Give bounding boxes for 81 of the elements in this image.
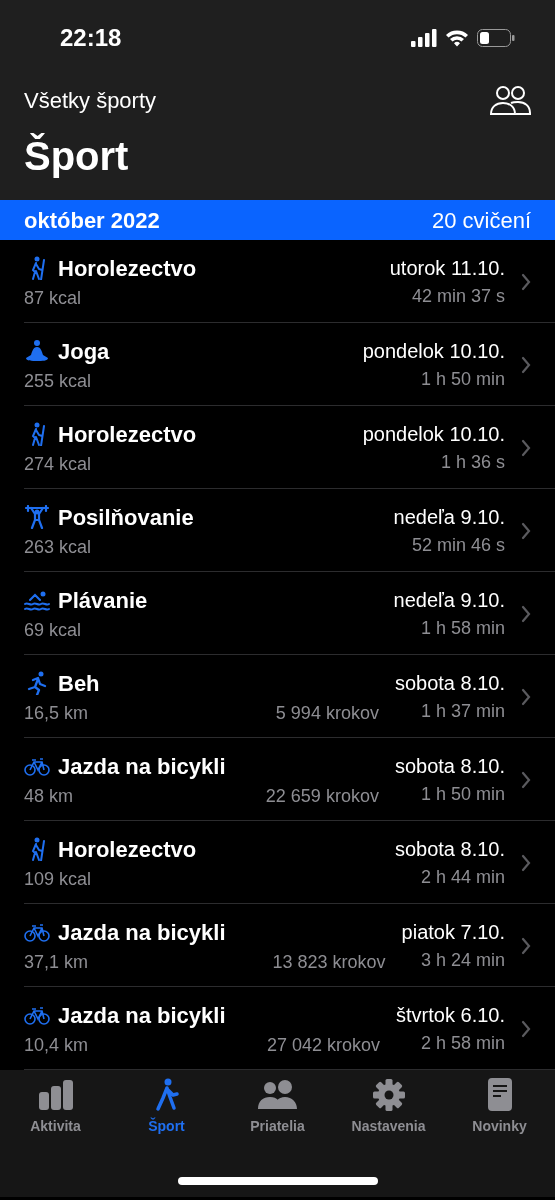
tab-label[interactable]: Aktivita <box>30 1116 81 1137</box>
chevron-icon <box>521 272 531 291</box>
workout-date: nedeľa 9.10. <box>393 505 505 530</box>
chevron-icon <box>521 521 531 540</box>
wifi-icon <box>445 28 469 47</box>
workout-date: pondelok 10.10. <box>362 339 505 364</box>
chevron-icon <box>521 853 531 872</box>
workout-name: Horolezectvo <box>58 420 197 449</box>
workout-row[interactable]: Beh 16,5 km 5 994 krokov sobota 8.10. 1 h 37 min <box>0 655 555 738</box>
workout-name: Horolezectvo <box>58 254 197 283</box>
workout-stat: 48 km <box>24 784 74 808</box>
workout-duration: 3 h 24 min <box>419 949 505 972</box>
workout-duration: 1 h 36 s <box>439 451 505 474</box>
workout-row[interactable]: Horolezectvo 274 kcal pondelok 10.10. 1 h 36 s <box>0 406 555 489</box>
step-count: 27 042 krokov <box>267 1033 381 1057</box>
back-link[interactable]: Všetky športy <box>24 83 157 117</box>
workout-duration: 1 h 58 min <box>419 617 505 640</box>
workout-name: Joga <box>58 337 110 366</box>
chevron-icon <box>521 770 531 789</box>
workout-date: nedeľa 9.10. <box>393 588 505 613</box>
workout-name: Jazda na bicykli <box>58 752 226 781</box>
people-icon <box>256 1078 299 1112</box>
tab-label[interactable]: Novinky <box>472 1116 527 1137</box>
workout-stat: 263 kcal <box>24 535 92 559</box>
workout-date: utorok 11.10. <box>389 256 505 281</box>
chevron-icon <box>521 1019 531 1038</box>
workout-duration: 2 h 44 min <box>419 866 505 889</box>
workout-row[interactable]: Horolezectvo 109 kcal sobota 8.10. 2 h 44 min <box>0 821 555 904</box>
workout-row[interactable]: Horolezectvo 87 kcal utorok 11.10. 42 min 37 s <box>0 240 555 323</box>
workout-duration: 1 h 50 min <box>419 368 505 391</box>
workout-name: Plávanie <box>58 586 148 615</box>
chevron-icon <box>521 355 531 374</box>
workout-stat: 69 kcal <box>24 618 82 642</box>
workout-date: pondelok 10.10. <box>362 422 505 447</box>
meditation-icon <box>24 339 50 363</box>
workout-stat: 274 kcal <box>24 452 92 476</box>
page-title: Šport <box>23 132 130 180</box>
workout-date: štvrtok 6.10. <box>396 1003 505 1028</box>
step-count: 5 994 krokov <box>275 701 379 725</box>
workout-date: sobota 8.10. <box>394 754 505 779</box>
step-count: 13 823 krokov <box>272 950 386 974</box>
workout-row[interactable]: Joga 255 kcal pondelok 10.10. 1 h 50 min <box>0 323 555 406</box>
workout-row[interactable]: Jazda na bicykli 37,1 km 13 823 krokov piatok 7.10. 3 h 24 min <box>0 904 555 987</box>
tab-label[interactable]: Priatelia <box>250 1116 305 1137</box>
chevron-icon <box>521 936 531 955</box>
signal-icon <box>411 28 437 47</box>
workout-row[interactable]: Plávanie 69 kcal nedeľa 9.10. 1 h 58 min <box>0 572 555 655</box>
workout-duration: 1 h 37 min <box>419 700 505 723</box>
workout-name: Posilňovanie <box>58 503 194 532</box>
chevron-icon <box>521 687 531 706</box>
workout-name: Horolezectvo <box>58 835 197 864</box>
battery-icon <box>477 28 515 47</box>
workout-stat: 109 kcal <box>24 867 92 891</box>
workout-date: piatok 7.10. <box>401 920 505 945</box>
workout-duration: 2 h 58 min <box>419 1032 505 1055</box>
workout-row[interactable]: Posilňovanie 263 kcal nedeľa 9.10. 52 min 46 s <box>0 489 555 572</box>
step-count: 22 659 krokov <box>265 784 379 808</box>
month-label: október 2022 <box>24 206 160 235</box>
workout-stat: 87 kcal <box>24 286 82 310</box>
workout-stat: 16,5 km <box>24 701 89 725</box>
workout-row[interactable]: Jazda na bicykli 10,4 km 27 042 krokov štvrtok 6.10. 2 h 58 min <box>0 987 555 1070</box>
workout-stat: 255 kcal <box>24 369 92 393</box>
workout-count: 20 cvičení <box>431 206 531 235</box>
workout-name: Jazda na bicykli <box>58 1001 226 1030</box>
workout-duration: 42 min 37 s <box>410 285 505 308</box>
workout-date: sobota 8.10. <box>394 837 505 862</box>
clock: 22:18 <box>60 22 122 53</box>
workout-stat: 37,1 km <box>24 950 89 974</box>
workout-date: sobota 8.10. <box>394 671 505 696</box>
workout-row[interactable]: Jazda na bicykli 48 km 22 659 krokov sobota 8.10. 1 h 50 min <box>0 738 555 821</box>
people-icon[interactable] <box>489 84 531 116</box>
workout-duration: 52 min 46 s <box>410 534 505 557</box>
workout-stat: 10,4 km <box>24 1033 89 1057</box>
workout-name: Beh <box>58 669 100 698</box>
chevron-icon <box>521 604 531 623</box>
chevron-icon <box>521 438 531 457</box>
workout-name: Jazda na bicykli <box>58 918 226 947</box>
tab-label[interactable]: Nastavenia <box>351 1116 426 1137</box>
workout-duration: 1 h 50 min <box>419 783 505 806</box>
tab-label[interactable]: Šport <box>148 1116 185 1137</box>
weightlifter-icon <box>24 505 50 529</box>
